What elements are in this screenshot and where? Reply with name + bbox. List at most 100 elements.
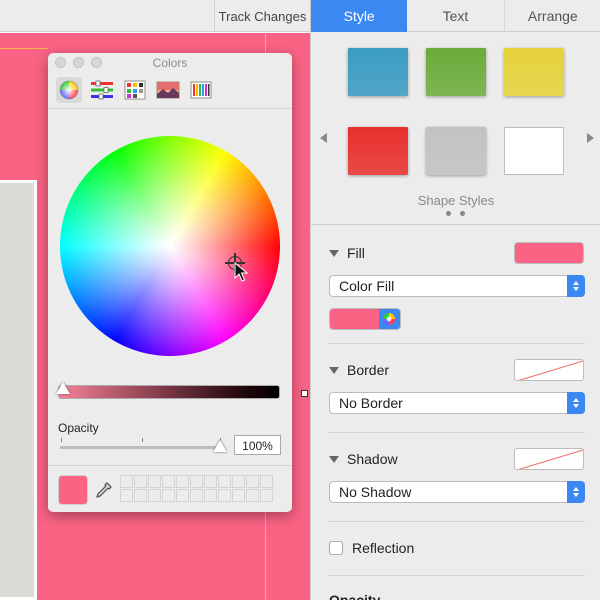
border-label: Border — [347, 362, 390, 378]
border-type-value: No Border — [339, 395, 403, 411]
custom-swatch-slot[interactable] — [120, 489, 133, 502]
image-palette-icon — [156, 81, 180, 98]
custom-swatch-slot[interactable] — [176, 475, 189, 488]
fill-type-value: Color Fill — [339, 278, 395, 294]
fill-color-swatch[interactable] — [330, 309, 379, 329]
no-color-slash-icon — [518, 360, 583, 380]
color-wheel[interactable] — [60, 136, 280, 356]
custom-swatch-slot[interactable] — [218, 475, 231, 488]
colors-panel-titlebar[interactable]: Colors — [48, 53, 292, 71]
custom-swatch-slot[interactable] — [176, 489, 189, 502]
toolbar: Track Changes — [0, 0, 310, 32]
custom-swatch-slot[interactable] — [246, 489, 259, 502]
shape-style-swatch[interactable] — [426, 127, 486, 175]
reflection-row[interactable]: Reflection — [329, 540, 414, 556]
custom-swatch-slot[interactable] — [120, 475, 133, 488]
custom-swatch-slot[interactable] — [190, 489, 203, 502]
custom-swatch-slot[interactable] — [204, 475, 217, 488]
shadow-type-popup[interactable]: No Shadow — [329, 481, 585, 503]
shadow-label: Shadow — [347, 451, 398, 467]
pencils-mode-button[interactable] — [188, 77, 214, 103]
divider — [329, 432, 585, 433]
custom-swatch-slot[interactable] — [232, 489, 245, 502]
custom-swatch-slot[interactable] — [190, 475, 203, 488]
fill-color-well[interactable] — [514, 242, 584, 264]
color-palettes-mode-button[interactable] — [122, 77, 148, 103]
color-wheel-icon — [59, 80, 79, 99]
tab-text[interactable]: Text — [407, 0, 505, 32]
disclosure-triangle-icon — [329, 455, 339, 463]
disclosure-triangle-icon — [329, 366, 339, 374]
border-type-popup[interactable]: No Border — [329, 392, 585, 414]
previous-styles-arrow-icon[interactable] — [320, 133, 327, 143]
custom-swatch-slot[interactable] — [232, 475, 245, 488]
page-thumbnail-edge — [0, 180, 37, 600]
shape-style-swatch[interactable] — [426, 48, 486, 96]
divider — [48, 465, 292, 466]
custom-swatch-slot[interactable] — [260, 489, 273, 502]
reflection-checkbox[interactable] — [329, 541, 343, 555]
fill-section-header[interactable]: Fill — [329, 245, 365, 261]
divider — [329, 521, 585, 522]
brightness-slider-knob[interactable] — [56, 382, 70, 394]
no-color-slash-icon — [518, 449, 583, 469]
opacity-tick — [61, 438, 62, 442]
shadow-type-value: No Shadow — [339, 484, 412, 500]
opacity-slider[interactable] — [60, 446, 222, 449]
shape-style-swatch[interactable] — [504, 48, 564, 96]
fill-type-popup[interactable]: Color Fill — [329, 275, 585, 297]
opacity-slider-knob[interactable] — [213, 440, 227, 452]
track-changes-button[interactable]: Track Changes — [214, 0, 310, 32]
custom-swatch-slot[interactable] — [246, 475, 259, 488]
tab-arrange[interactable]: Arrange — [505, 0, 600, 32]
opacity-value-field[interactable]: 100% — [234, 435, 281, 455]
divider — [329, 575, 585, 576]
selection-handle[interactable] — [301, 390, 308, 397]
custom-swatch-slot[interactable] — [134, 489, 147, 502]
inspector-tabs: Style Text Arrange — [311, 0, 600, 32]
custom-swatch-slot[interactable] — [134, 475, 147, 488]
shape-style-swatch[interactable] — [504, 127, 564, 175]
opacity-tick — [142, 438, 143, 442]
border-color-well[interactable] — [514, 359, 584, 381]
brightness-slider[interactable] — [58, 385, 280, 399]
pencils-icon — [190, 81, 212, 98]
shadow-section-header[interactable]: Shadow — [329, 451, 398, 467]
custom-swatch-slot[interactable] — [162, 489, 175, 502]
page-indicator-dot[interactable] — [460, 211, 465, 216]
opacity-label: Opacity — [58, 421, 99, 435]
border-section-header[interactable]: Border — [329, 362, 389, 378]
popup-chevron-icon — [567, 481, 585, 503]
custom-swatch-slot[interactable] — [148, 475, 161, 488]
reflection-label: Reflection — [352, 540, 415, 556]
opacity-section-header: Opacity — [329, 592, 381, 600]
current-color-swatch[interactable] — [58, 475, 88, 505]
custom-swatch-slot[interactable] — [260, 475, 273, 488]
color-mode-toolbar — [48, 71, 292, 109]
next-styles-arrow-icon[interactable] — [587, 133, 594, 143]
eyedropper-icon[interactable] — [95, 481, 113, 499]
divider — [329, 343, 585, 344]
format-inspector: Style Text Arrange Shape Styles Fill Col… — [310, 0, 600, 600]
color-wheel-icon — [383, 313, 396, 325]
shape-styles-label: Shape Styles — [417, 193, 495, 208]
disclosure-triangle-icon — [329, 249, 339, 257]
color-sliders-mode-button[interactable] — [89, 77, 115, 103]
tab-style[interactable]: Style — [311, 0, 408, 32]
color-wheel-mode-button[interactable] — [56, 76, 82, 103]
image-palettes-mode-button[interactable] — [155, 77, 181, 103]
fill-color-picker[interactable] — [329, 308, 401, 330]
page-indicator-dot[interactable] — [446, 211, 451, 216]
palette-grid-icon — [124, 80, 146, 99]
sliders-icon — [91, 80, 113, 99]
shape-style-swatch[interactable] — [348, 48, 408, 96]
shape-style-swatch[interactable] — [348, 127, 408, 175]
shadow-color-well[interactable] — [514, 448, 584, 470]
custom-swatch-slot[interactable] — [218, 489, 231, 502]
popup-chevron-icon — [567, 392, 585, 414]
colors-panel: Colors Opacity 100% — [48, 53, 292, 512]
open-colors-button[interactable] — [378, 309, 400, 329]
custom-swatch-slot[interactable] — [148, 489, 161, 502]
custom-swatch-slot[interactable] — [204, 489, 217, 502]
custom-swatch-slot[interactable] — [162, 475, 175, 488]
